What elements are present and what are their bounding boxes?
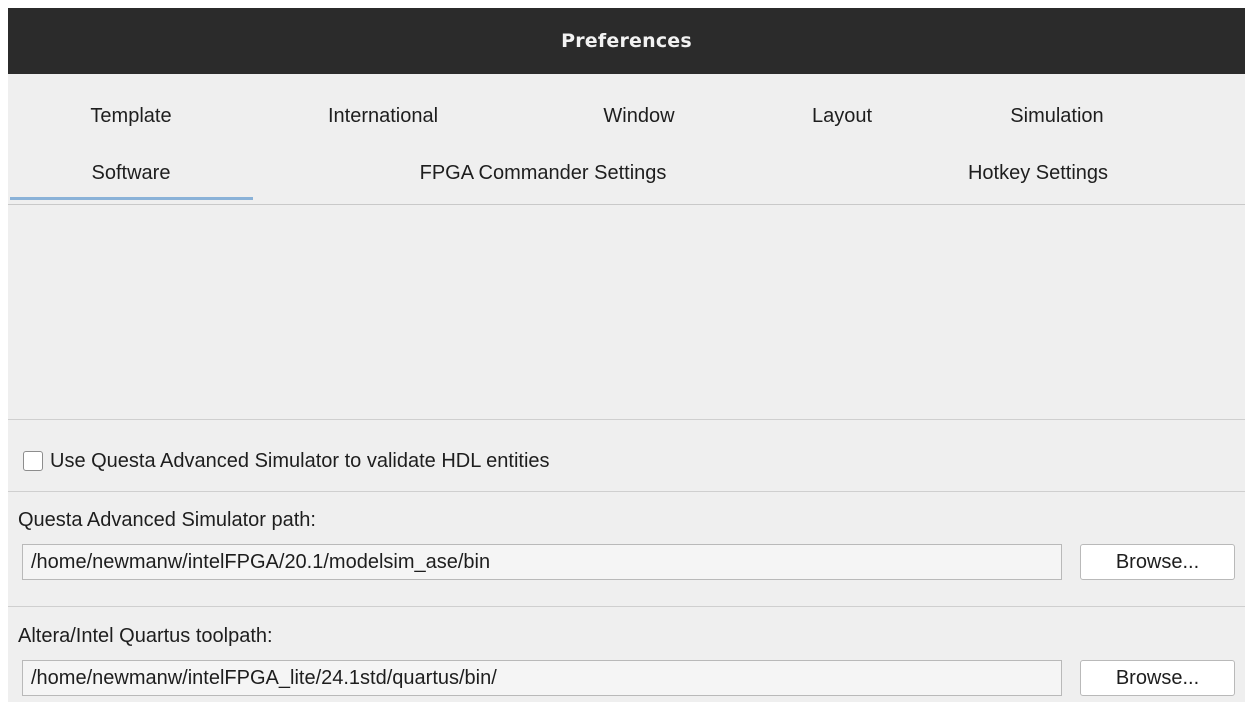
- window-title: Preferences: [561, 30, 692, 52]
- questa-browse-button[interactable]: Browse...: [1080, 544, 1235, 580]
- tab-window[interactable]: Window: [584, 105, 694, 128]
- screen-top-strip: [0, 0, 1245, 8]
- title-bar[interactable]: Preferences: [8, 8, 1245, 74]
- software-settings-panel: Use Questa Advanced Simulator to validat…: [8, 205, 1245, 702]
- questa-path-label: Questa Advanced Simulator path:: [18, 509, 316, 531]
- selected-tab-indicator: [10, 197, 253, 200]
- quartus-path-label: Altera/Intel Quartus toolpath:: [18, 625, 273, 647]
- tab-layout[interactable]: Layout: [792, 105, 892, 128]
- questa-validate-option: Use Questa Advanced Simulator to validat…: [23, 449, 550, 473]
- section-divider: [8, 419, 1245, 420]
- tab-simulation[interactable]: Simulation: [987, 105, 1127, 128]
- tab-fpga-commander-settings[interactable]: FPGA Commander Settings: [383, 162, 703, 185]
- questa-validate-label[interactable]: Use Questa Advanced Simulator to validat…: [50, 450, 550, 473]
- questa-path-input[interactable]: [22, 544, 1062, 580]
- tab-international[interactable]: International: [308, 105, 458, 128]
- tab-template[interactable]: Template: [70, 105, 192, 128]
- preferences-tabs: Template International Window Layout Sim…: [8, 74, 1245, 205]
- section-divider: [8, 491, 1245, 492]
- preferences-window: Preferences Template International Windo…: [8, 8, 1245, 702]
- section-divider: [8, 606, 1245, 607]
- questa-validate-checkbox[interactable]: [23, 451, 43, 471]
- tab-hotkey-settings[interactable]: Hotkey Settings: [938, 162, 1138, 185]
- quartus-browse-button[interactable]: Browse...: [1080, 660, 1235, 696]
- quartus-path-input[interactable]: [22, 660, 1062, 696]
- tab-software[interactable]: Software: [70, 162, 192, 185]
